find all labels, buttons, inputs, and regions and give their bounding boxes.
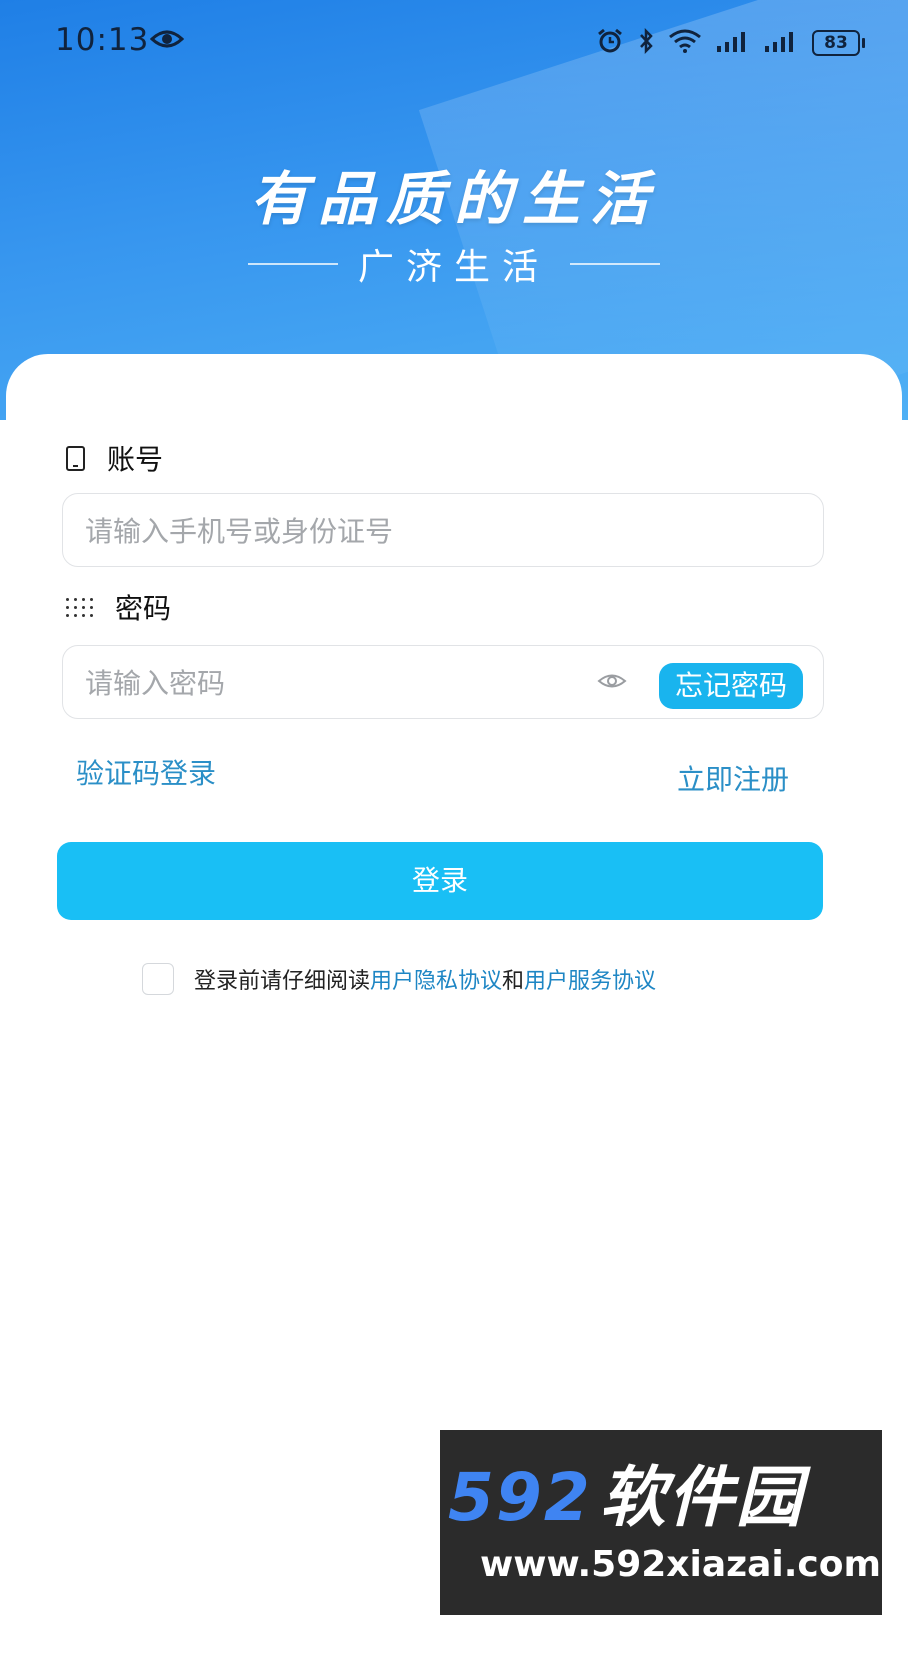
agreement-checkbox[interactable] bbox=[142, 963, 174, 995]
agreement-joiner: 和 bbox=[502, 969, 525, 994]
wifi-icon bbox=[668, 29, 702, 57]
keypad-icon bbox=[66, 597, 93, 617]
watermark-logo: 592 软件园 www.592xiazai.com bbox=[440, 1430, 882, 1615]
account-field[interactable] bbox=[62, 493, 824, 568]
service-agreement-link[interactable]: 用户服务协议 bbox=[524, 963, 656, 995]
register-link[interactable]: 立即注册 bbox=[677, 758, 789, 798]
brand-row: 广济生活 bbox=[0, 238, 908, 290]
privacy-policy-link[interactable]: 用户隐私协议 bbox=[370, 963, 502, 995]
bluetooth-icon bbox=[638, 27, 654, 58]
signal-icon bbox=[716, 30, 750, 56]
signal-icon bbox=[764, 30, 798, 56]
watermark-url: www.592xiazai.com bbox=[480, 1544, 881, 1585]
divider-line bbox=[247, 263, 338, 265]
agreement-prefix: 登录前请仔细阅读 bbox=[194, 969, 371, 994]
login-button[interactable]: 登录 bbox=[57, 842, 823, 920]
forgot-password-button[interactable]: 忘记密码 bbox=[658, 663, 803, 709]
show-password-icon[interactable] bbox=[597, 670, 627, 696]
status-bar: 10:13 83 bbox=[0, 18, 908, 64]
password-label-row: 密码 bbox=[66, 587, 171, 627]
watermark-name: 软件园 bbox=[599, 1459, 804, 1536]
password-label: 密码 bbox=[115, 592, 172, 625]
password-input[interactable] bbox=[83, 646, 567, 720]
eye-icon bbox=[149, 28, 185, 54]
watermark-numbers: 592 bbox=[448, 1459, 592, 1536]
agreement-row: 登录前请仔细阅读 用户隐私协议 和 用户服务协议 bbox=[142, 963, 656, 995]
account-input[interactable] bbox=[83, 494, 807, 568]
status-time: 10:13 bbox=[55, 22, 150, 58]
account-label-row: 账号 bbox=[66, 438, 163, 478]
divider-line bbox=[570, 263, 660, 265]
password-field[interactable]: 忘记密码 bbox=[62, 645, 824, 720]
alarm-icon bbox=[596, 28, 624, 58]
brand-name: 广济生活 bbox=[357, 247, 550, 288]
slogan-text: 有品质的生活 bbox=[249, 165, 658, 233]
sms-login-link[interactable]: 验证码登录 bbox=[76, 752, 216, 792]
account-label: 账号 bbox=[107, 443, 164, 476]
battery-icon: 83 bbox=[812, 30, 865, 56]
phone-icon bbox=[66, 445, 85, 471]
